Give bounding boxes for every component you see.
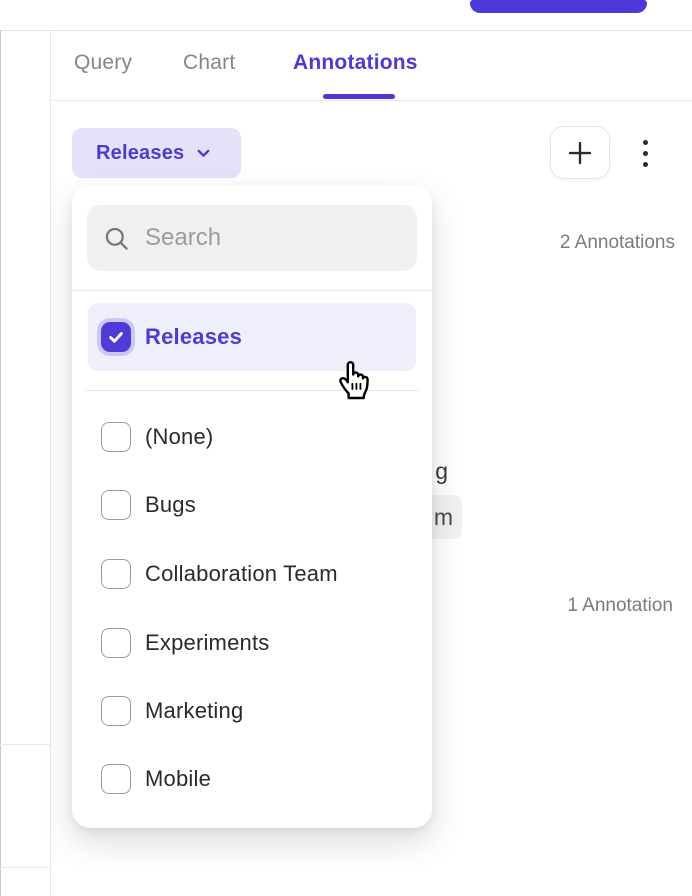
- annotation-group-dropdown: Releases (None) Bugs Collaboration Team …: [72, 185, 432, 828]
- gutter-row-divider-2: [0, 867, 50, 868]
- tab-annotations[interactable]: Annotations: [293, 51, 418, 75]
- chevron-down-icon: [195, 145, 212, 162]
- option-mobile[interactable]: Mobile: [88, 745, 416, 813]
- tabbar-divider: [50, 100, 692, 101]
- top-divider: [0, 30, 692, 31]
- checkbox-unchecked-icon[interactable]: [101, 764, 131, 794]
- checkbox-unchecked-icon[interactable]: [101, 490, 131, 520]
- add-annotation-button[interactable]: [550, 126, 610, 179]
- more-options-button[interactable]: [630, 132, 660, 174]
- search-icon: [103, 225, 130, 252]
- option-label: Mobile: [145, 766, 211, 792]
- plus-icon: [565, 138, 595, 168]
- checkbox-unchecked-icon[interactable]: [101, 422, 131, 452]
- active-tab-underline: [323, 94, 395, 99]
- option-label: Releases: [145, 324, 242, 350]
- tab-chart[interactable]: Chart: [183, 51, 235, 75]
- option-collaboration-team[interactable]: Collaboration Team: [88, 540, 416, 608]
- option-marketing[interactable]: Marketing: [88, 677, 416, 745]
- checkbox-unchecked-icon[interactable]: [101, 628, 131, 658]
- option-label: Collaboration Team: [145, 561, 338, 587]
- option-experiments[interactable]: Experiments: [88, 609, 416, 677]
- left-gutter-border: [50, 30, 51, 896]
- annotation-count-top: 2 Annotations: [560, 232, 675, 254]
- option-label: Marketing: [145, 698, 243, 724]
- kebab-icon: [643, 140, 648, 167]
- left-edge-border: [0, 30, 1, 896]
- checkbox-unchecked-icon[interactable]: [101, 696, 131, 726]
- option-label: (None): [145, 424, 213, 450]
- page: { "tabs": [ { "label": "Query", "active"…: [0, 0, 692, 896]
- gutter-row-divider: [0, 744, 50, 745]
- option-releases[interactable]: Releases: [88, 303, 416, 371]
- search-field: [87, 205, 417, 271]
- annotation-count-bottom: 1 Annotation: [567, 595, 673, 617]
- search-divider: [72, 290, 432, 291]
- option-label: Bugs: [145, 492, 196, 518]
- tab-query[interactable]: Query: [74, 51, 132, 75]
- option-bugs[interactable]: Bugs: [88, 471, 416, 539]
- search-input[interactable]: [145, 224, 401, 252]
- filter-button-label: Releases: [96, 142, 184, 165]
- primary-action-button-partial[interactable]: [470, 0, 647, 13]
- checkbox-checked-icon[interactable]: [101, 322, 131, 352]
- occluded-chip-text: m: [434, 504, 453, 531]
- option-label: Experiments: [145, 630, 269, 656]
- releases-filter-button[interactable]: Releases: [72, 128, 241, 178]
- option-none[interactable]: (None): [88, 403, 416, 471]
- checkbox-unchecked-icon[interactable]: [101, 559, 131, 589]
- selected-group-divider: [85, 390, 419, 391]
